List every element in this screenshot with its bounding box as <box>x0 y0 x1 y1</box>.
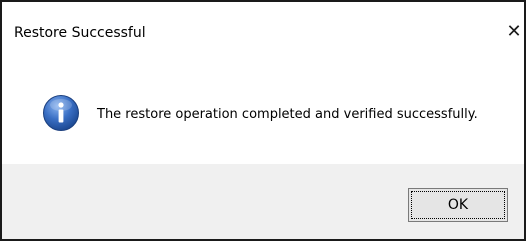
message-text: The restore operation completed and veri… <box>97 107 478 122</box>
message-dialog: Restore Successful ✕ The restore operati… <box>0 0 526 241</box>
dialog-content: The restore operation completed and veri… <box>2 54 524 164</box>
button-bar: OK <box>2 164 524 239</box>
close-button[interactable]: ✕ <box>504 21 524 43</box>
info-icon <box>42 94 80 132</box>
dialog-title: Restore Successful <box>14 25 146 41</box>
title-bar: Restore Successful ✕ <box>2 2 524 54</box>
ok-button-label: OK <box>411 191 505 219</box>
ok-button[interactable]: OK <box>408 188 508 222</box>
